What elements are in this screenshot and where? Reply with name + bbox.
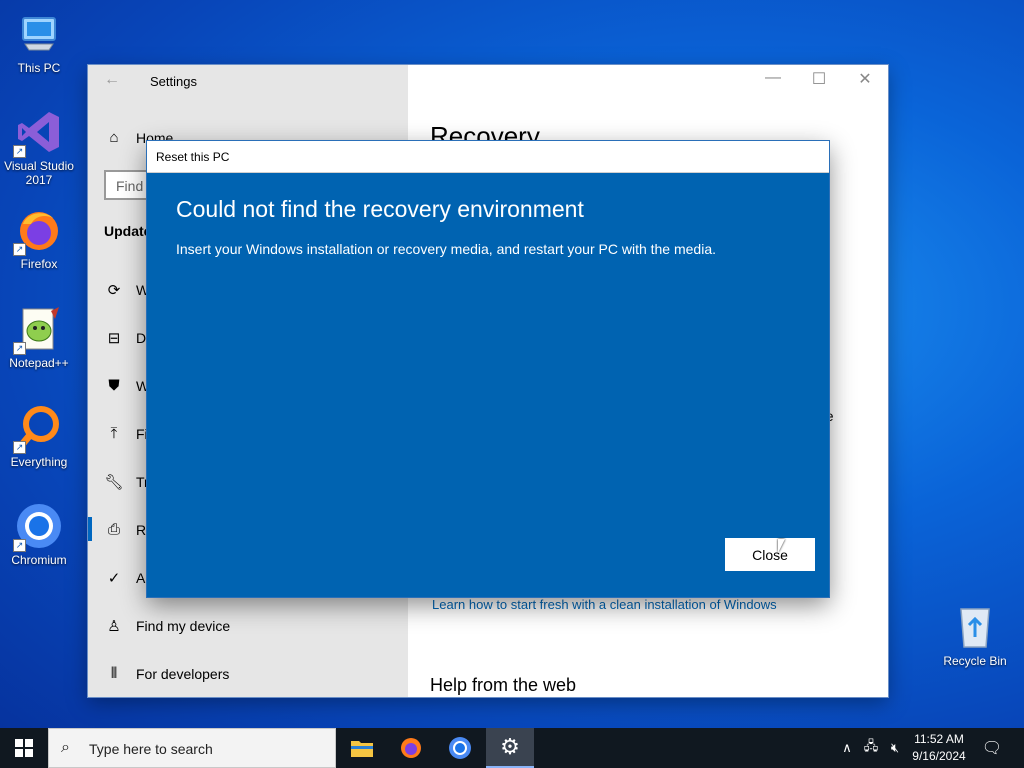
desktop-icon-label: Chromium (11, 553, 67, 567)
selected-indicator (88, 517, 92, 541)
desktop-icon-visual-studio[interactable]: ↗ Visual Studio 2017 (1, 108, 77, 187)
clock-date: 9/16/2024 (912, 749, 966, 763)
clean-install-link[interactable]: Learn how to start fresh with a clean in… (432, 597, 777, 612)
chromium-icon (449, 737, 471, 759)
desktop-icon-notepadpp[interactable]: ↗ Notepad++ (1, 305, 77, 370)
nav-item-label: For developers (136, 665, 230, 682)
help-heading: Help from the web (430, 675, 577, 695)
desktop-icon-chromium[interactable]: ↗ Chromium (1, 502, 77, 567)
volume-muted-icon[interactable]: 🔇︎ (884, 728, 906, 768)
desktop-icon-label: This PC (17, 61, 61, 75)
shortcut-arrow-icon: ↗ (13, 342, 26, 355)
start-button[interactable] (0, 728, 48, 768)
nav-item-backup[interactable]: ⤒ Fil (104, 425, 151, 442)
taskbar-chromium[interactable] (436, 728, 484, 768)
desktop-icon-label: Everything (10, 455, 68, 469)
taskbar-clock[interactable]: 11:52 AM 9/16/2024 (906, 731, 972, 765)
person-location-icon: ♙ (107, 618, 121, 635)
back-arrow-icon[interactable]: ← (104, 71, 120, 89)
chromium-icon: ↗ (13, 502, 63, 552)
desktop-icon-this-pc[interactable]: This PC (1, 10, 77, 75)
desktop-icon-everything[interactable]: ↗ Everything (1, 404, 77, 469)
shield-icon: ⛊ (108, 377, 120, 394)
desktop-icon-label: Recycle Bin (943, 654, 1007, 668)
taskbar: ⌕ Type here to search ⚙ ∧ 🖧︎ 🔇︎ 11:52 AM… (0, 728, 1024, 768)
dialog-titlebar: Reset this PC (147, 141, 829, 173)
search-placeholder: Find (116, 178, 144, 194)
nav-item-activation[interactable]: ✓ Ac (104, 569, 153, 587)
clock-time: 11:52 AM (914, 732, 964, 746)
mouse-cursor-icon (778, 539, 785, 553)
folder-icon (351, 741, 373, 757)
search-icon: ⌕ (61, 739, 70, 756)
nav-item-for-developers[interactable]: ⫴ For developers (104, 665, 230, 682)
nav-item-label: Find my device (136, 618, 231, 634)
desktop-icon-label: Visual Studio 2017 (4, 159, 74, 187)
maximize-button[interactable]: ☐ (796, 69, 842, 93)
shortcut-arrow-icon: ↗ (13, 145, 26, 158)
wrench-icon: 🔧︎ (104, 474, 124, 491)
visual-studio-icon: ↗ (13, 108, 63, 158)
nav-item-windows-update[interactable]: ⟳ W (104, 281, 150, 299)
network-icon[interactable]: 🖧︎ (860, 728, 882, 768)
taskbar-settings[interactable]: ⚙ (486, 728, 534, 768)
desktop-icon-label: Firefox (20, 257, 58, 271)
refresh-icon: ⟳ (107, 282, 121, 299)
window-title: Settings (150, 74, 197, 89)
recovery-icon: ⎙ (107, 521, 120, 538)
nav-item-security[interactable]: ⛊ W (104, 377, 149, 394)
section-label: Update (104, 223, 152, 239)
developer-icon: ⫴ (110, 665, 118, 682)
shortcut-arrow-icon: ↗ (13, 441, 26, 454)
close-button[interactable]: Close (725, 538, 815, 571)
dialog-title: Reset this PC (156, 150, 230, 164)
close-window-button[interactable]: ✕ (842, 69, 888, 93)
everything-search-icon: ↗ (13, 404, 63, 454)
firefox-icon: ↗ (13, 206, 63, 256)
desktop-icon-recycle-bin[interactable]: Recycle Bin (937, 603, 1013, 668)
delivery-icon: ⊟ (107, 330, 121, 347)
taskbar-search-box[interactable]: ⌕ Type here to search (48, 728, 336, 768)
shortcut-arrow-icon: ↗ (13, 243, 26, 256)
taskbar-firefox[interactable] (387, 728, 435, 768)
this-pc-icon (15, 10, 63, 58)
recycle-bin-icon (951, 603, 999, 651)
notepadpp-icon: ↗ (13, 305, 63, 355)
dialog-message: Insert your Windows installation or reco… (176, 241, 717, 257)
home-icon: ⌂ (109, 129, 119, 146)
taskbar-file-explorer[interactable] (338, 728, 386, 768)
desktop-icon-firefox[interactable]: ↗ Firefox (1, 206, 77, 271)
minimize-button[interactable]: — (750, 69, 796, 93)
firefox-icon (401, 738, 421, 758)
notifications-icon[interactable]: 🗨︎ (978, 728, 1006, 768)
check-circle-icon: ✓ (107, 570, 121, 587)
taskbar-search-placeholder: Type here to search (89, 741, 213, 757)
nav-item-troubleshoot[interactable]: 🔧︎ Tr (104, 473, 148, 491)
shortcut-arrow-icon: ↗ (13, 539, 26, 552)
reset-pc-dialog: Reset this PC Could not find the recover… (147, 141, 829, 597)
show-hidden-icons-button[interactable]: ∧ (838, 728, 856, 768)
nav-item-find-my-device[interactable]: ♙ Find my device (104, 617, 230, 635)
dialog-heading: Could not find the recovery environment (176, 196, 584, 222)
desktop-icon-label: Notepad++ (9, 356, 69, 370)
backup-arrow-icon: ⤒ (110, 425, 118, 442)
windows-logo-icon (15, 739, 33, 757)
gear-icon: ⚙ (500, 734, 520, 759)
